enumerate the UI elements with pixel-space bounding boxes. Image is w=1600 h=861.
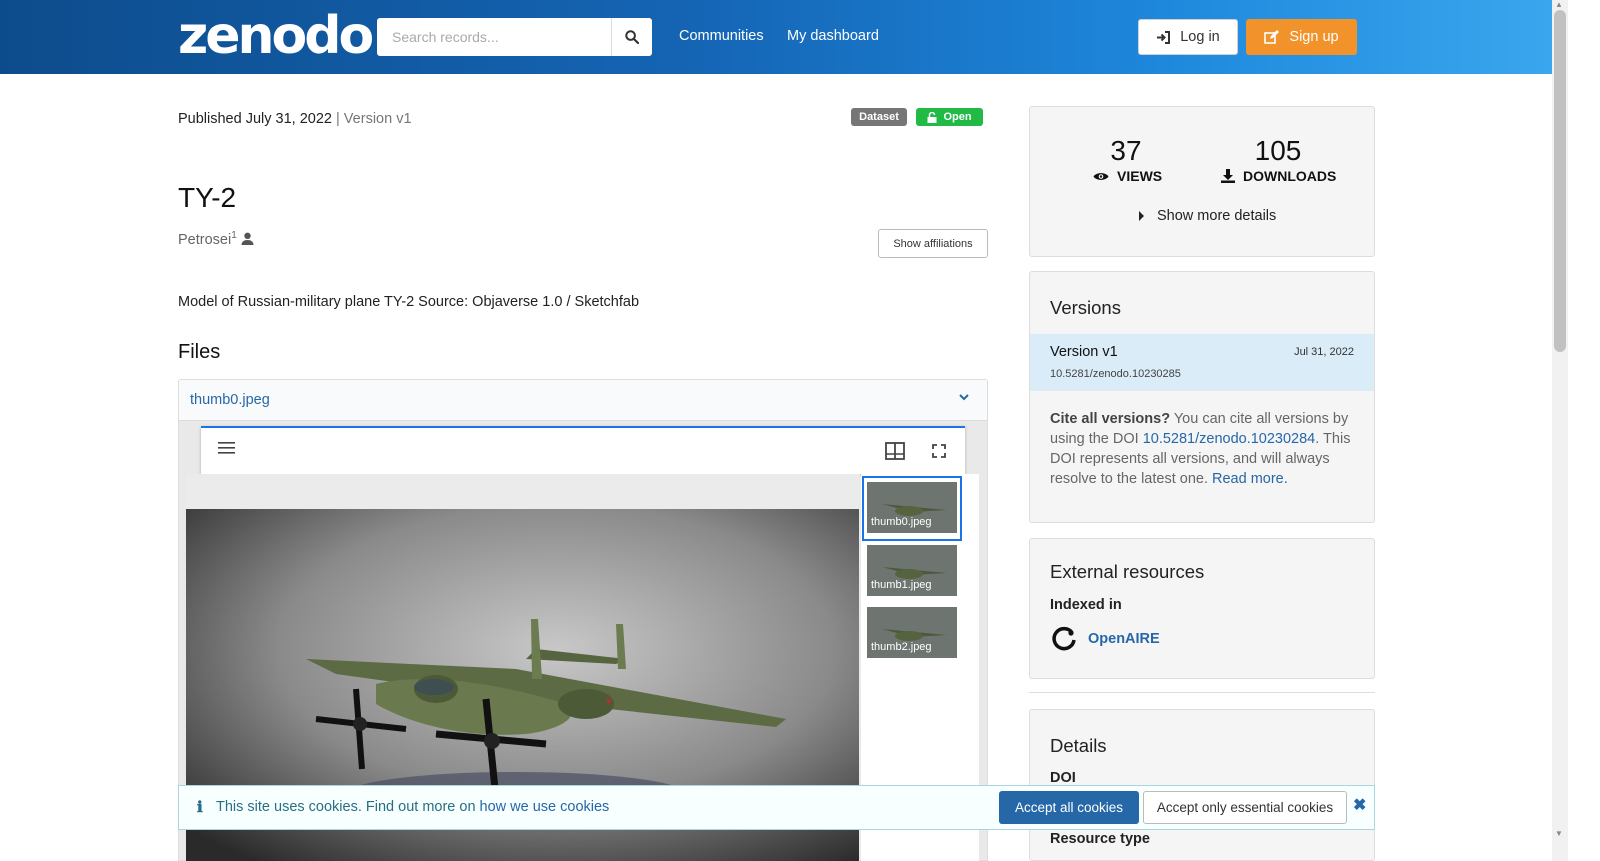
eye-icon: [1093, 172, 1109, 180]
zenodo-logo[interactable]: zenodo: [178, 6, 374, 66]
doi-label: DOI: [1050, 770, 1076, 786]
details-heading: Details: [1050, 735, 1107, 756]
menu-icon[interactable]: [218, 440, 235, 455]
read-more-link[interactable]: Read more.: [1212, 471, 1288, 487]
user-icon: [241, 232, 254, 245]
files-heading: Files: [178, 341, 221, 363]
cookie-policy-link[interactable]: how we use cookies: [480, 799, 610, 815]
signup-button[interactable]: Sign up: [1246, 19, 1357, 55]
search-input[interactable]: [377, 18, 611, 56]
cookie-message-text: This site uses cookies. Find out more on: [216, 799, 480, 815]
author-line: Petrosei1: [178, 230, 254, 248]
version-label: | Version v1: [336, 111, 412, 127]
views-label: VIEWS: [1093, 168, 1162, 184]
thumbnail-label: thumb1.jpeg: [871, 579, 932, 591]
accept-all-cookies-button[interactable]: Accept all cookies: [999, 791, 1139, 824]
author-affiliation-number: 1: [231, 230, 237, 241]
resource-type-label: Resource type: [1050, 831, 1150, 847]
scroll-down-arrow-icon[interactable]: ▼: [1555, 829, 1563, 838]
thumbnail-item[interactable]: thumb1.jpeg: [867, 545, 957, 596]
cite-all-versions-text: Cite all versions? You can cite all vers…: [1050, 409, 1356, 489]
nav-my-dashboard[interactable]: My dashboard: [787, 28, 879, 44]
downloads-count: 105: [1254, 135, 1302, 166]
file-preview-header[interactable]: thumb0.jpeg: [178, 379, 988, 421]
search-box: [377, 18, 652, 56]
versions-heading: Versions: [1050, 297, 1121, 318]
author-name[interactable]: Petrosei: [178, 232, 231, 248]
fullscreen-icon[interactable]: [932, 444, 946, 458]
version-item-label[interactable]: Version v1: [1050, 344, 1118, 360]
chevron-down-icon[interactable]: [959, 390, 969, 404]
downloads-label: DOWNLOADS: [1221, 168, 1336, 184]
sign-in-icon: [1157, 30, 1171, 44]
indexed-in-label: Indexed in: [1050, 597, 1122, 613]
scrollbar-thumb[interactable]: [1554, 10, 1566, 352]
unlock-icon: [927, 111, 937, 123]
thumbnail-label: thumb2.jpeg: [871, 641, 932, 653]
viewer-toolbar: [201, 426, 965, 474]
publication-info: Published July 31, 2022 | Version v1: [178, 111, 412, 127]
cookie-message: This site uses cookies. Find out more on…: [216, 799, 609, 815]
version-item-doi: 10.5281/zenodo.10230285: [1050, 368, 1181, 380]
show-more-details-label: Show more details: [1157, 208, 1277, 224]
views-label-text: VIEWS: [1117, 168, 1163, 184]
resource-type-badge: Dataset: [851, 108, 907, 126]
views-count: 37: [1110, 135, 1142, 166]
record-description: Model of Russian-military plane TY-2 Sou…: [178, 294, 640, 310]
external-resources-heading: External resources: [1050, 561, 1205, 582]
caret-right-icon: [1139, 211, 1144, 221]
download-icon: [1221, 169, 1235, 183]
thumbnail-item[interactable]: thumb2.jpeg: [867, 607, 957, 658]
version-item[interactable]: Version v1 Jul 31, 2022 10.5281/zenodo.1…: [1030, 334, 1374, 391]
info-icon: ℹ: [197, 798, 203, 816]
file-name-link[interactable]: thumb0.jpeg: [190, 392, 270, 408]
show-more-details-toggle[interactable]: Show more details: [1139, 208, 1276, 224]
published-date: Published July 31, 2022: [178, 111, 332, 127]
search-button[interactable]: [611, 18, 652, 56]
login-label: Log in: [1180, 29, 1220, 45]
show-affiliations-button[interactable]: Show affiliations: [878, 229, 988, 258]
login-button[interactable]: Log in: [1138, 19, 1238, 55]
concept-doi-link[interactable]: 10.5281/zenodo.10230284: [1143, 431, 1316, 447]
access-status-badge: Open: [916, 108, 983, 126]
close-icon[interactable]: ✖: [1353, 795, 1366, 815]
nav-communities[interactable]: Communities: [679, 28, 764, 44]
signup-label: Sign up: [1289, 29, 1339, 45]
cite-all-versions-bold: Cite all versions?: [1050, 411, 1171, 427]
version-item-date: Jul 31, 2022: [1294, 346, 1354, 358]
sidebar-toggle-icon[interactable]: [885, 442, 905, 460]
thumbnail-selected-indicator: [862, 476, 962, 541]
access-status-label: Open: [943, 111, 972, 123]
record-title: TY-2: [178, 182, 237, 213]
search-icon: [625, 30, 639, 44]
section-divider: [1029, 692, 1375, 693]
openaire-link[interactable]: OpenAIRE: [1088, 631, 1160, 647]
accept-essential-cookies-button[interactable]: Accept only essential cookies: [1143, 791, 1347, 824]
openaire-logo-icon: [1052, 626, 1076, 651]
edit-icon: [1264, 30, 1280, 44]
scroll-up-arrow-icon[interactable]: ▲: [1555, 0, 1563, 9]
downloads-label-text: DOWNLOADS: [1243, 168, 1337, 184]
